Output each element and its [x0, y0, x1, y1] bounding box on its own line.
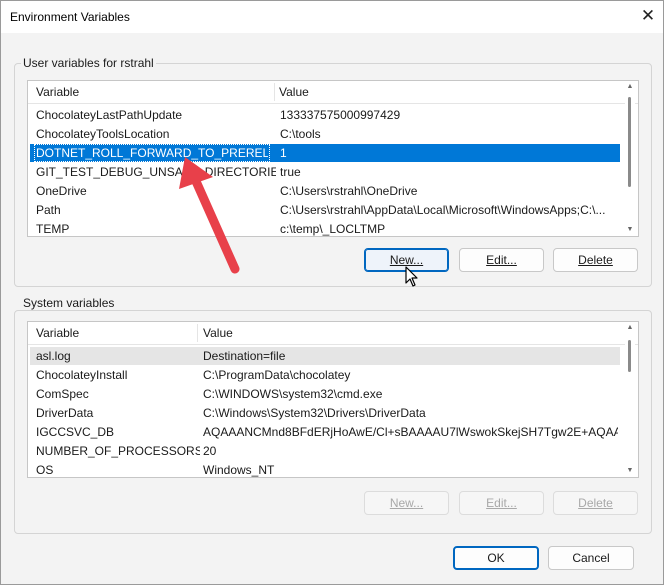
user-variables-label: User variables for rstrahl: [21, 56, 156, 70]
system-row-value: Windows_NT: [203, 463, 275, 477]
system-row-value: C:\Windows\System32\Drivers\DriverData: [203, 406, 426, 420]
user-variables-list[interactable]: Variable Value ChocolateyLastPathUpdate …: [27, 80, 639, 237]
system-variables-label: System variables: [21, 296, 117, 310]
close-icon[interactable]: ✕: [637, 5, 659, 27]
user-row-value: C:\Users\rstrahl\AppData\Local\Microsoft…: [280, 203, 606, 217]
scroll-up-icon[interactable]: ▲: [625, 324, 635, 332]
user-list-header: Variable Value: [28, 81, 638, 104]
system-row-variable: asl.log: [36, 349, 71, 363]
scroll-thumb[interactable]: [628, 340, 631, 372]
environment-variables-dialog: Environment Variables ✕ User variables f…: [0, 0, 664, 585]
window-title: Environment Variables: [10, 10, 130, 24]
system-row[interactable]: DriverData C:\Windows\System32\Drivers\D…: [30, 404, 620, 422]
scroll-up-icon[interactable]: ▲: [625, 83, 635, 91]
mouse-cursor-icon: [405, 266, 418, 287]
user-row[interactable]: ChocolateyToolsLocation C:\tools: [30, 125, 620, 143]
system-variables-list[interactable]: Variable Value asl.log Destination=file …: [27, 321, 639, 478]
system-row-value: Destination=file: [203, 349, 286, 363]
system-new-label: New...: [389, 496, 424, 510]
system-list-header: Variable Value: [28, 322, 638, 345]
user-delete-button[interactable]: Delete: [553, 248, 638, 272]
system-row-value: C:\ProgramData\chocolatey: [203, 368, 351, 382]
user-col-variable-header[interactable]: Variable: [36, 85, 79, 99]
scroll-thumb[interactable]: [628, 97, 631, 187]
scroll-down-icon[interactable]: ▼: [625, 226, 635, 234]
user-row[interactable]: Path C:\Users\rstrahl\AppData\Local\Micr…: [30, 201, 620, 219]
ok-button[interactable]: OK: [453, 546, 539, 570]
user-delete-label: Delete: [578, 253, 613, 267]
system-delete-label: Delete: [578, 496, 613, 510]
system-row[interactable]: ComSpec C:\WINDOWS\system32\cmd.exe: [30, 385, 620, 403]
system-row[interactable]: ChocolateyInstall C:\ProgramData\chocola…: [30, 366, 620, 384]
ok-label: OK: [487, 551, 505, 565]
user-row[interactable]: TEMP c:\temp\_LOCLTMP: [30, 220, 620, 236]
user-row[interactable]: ChocolateyLastPathUpdate 133337575000997…: [30, 106, 620, 124]
column-divider[interactable]: [197, 324, 198, 342]
system-list-scrollbar[interactable]: ▲ ▼: [625, 322, 635, 477]
scroll-down-icon[interactable]: ▼: [625, 467, 635, 475]
cancel-button[interactable]: Cancel: [548, 546, 634, 570]
system-row-variable: ComSpec: [36, 387, 89, 401]
user-edit-label: Edit...: [486, 253, 517, 267]
system-row-value: AQAAANCMnd8BFdERjHoAwE/Cl+sBAAAAU7lWswok…: [203, 425, 618, 439]
system-row-variable: NUMBER_OF_PROCESSORS: [36, 444, 200, 458]
annotation-arrow-icon: [179, 157, 240, 274]
system-row-variable: IGCCSVC_DB: [36, 425, 115, 439]
system-delete-button[interactable]: Delete: [553, 491, 638, 515]
user-list-scrollbar[interactable]: ▲ ▼: [625, 81, 635, 236]
column-divider[interactable]: [274, 83, 275, 101]
user-col-value-header[interactable]: Value: [279, 85, 309, 99]
system-new-button[interactable]: New...: [364, 491, 449, 515]
user-row-value: C:\Users\rstrahl\OneDrive: [280, 184, 418, 198]
user-row-value: 1: [280, 146, 287, 160]
system-row-variable: DriverData: [36, 406, 94, 420]
user-row[interactable]: GIT_TEST_DEBUG_UNSAFE_DIRECTORIES true: [30, 163, 620, 181]
user-row-value: 133337575000997429: [280, 108, 401, 122]
user-row-value: true: [280, 165, 301, 179]
system-row[interactable]: IGCCSVC_DB AQAAANCMnd8BFdERjHoAwE/Cl+sBA…: [30, 423, 620, 441]
user-new-label: New...: [389, 253, 424, 267]
user-row-variable: ChocolateyLastPathUpdate: [36, 108, 183, 122]
system-row-variable: ChocolateyInstall: [36, 368, 128, 382]
user-row-value: c:\temp\_LOCLTMP: [280, 222, 386, 236]
user-row[interactable]: OneDrive C:\Users\rstrahl\OneDrive: [30, 182, 620, 200]
system-row-variable: OS: [36, 463, 54, 477]
system-row-value: 20: [203, 444, 217, 458]
title-bar: Environment Variables ✕: [1, 1, 663, 33]
system-row-hover[interactable]: asl.log Destination=file: [30, 347, 620, 365]
system-row-value: C:\WINDOWS\system32\cmd.exe: [203, 387, 383, 401]
user-row-variable: ChocolateyToolsLocation: [36, 127, 170, 141]
system-row[interactable]: OS Windows_NT: [30, 461, 620, 477]
user-row-value: C:\tools: [280, 127, 321, 141]
system-col-value-header[interactable]: Value: [203, 326, 233, 340]
user-row-selected[interactable]: DOTNET_ROLL_FORWARD_TO_PRERELEASE 1: [30, 144, 620, 162]
cancel-label: Cancel: [572, 551, 610, 565]
user-edit-button[interactable]: Edit...: [459, 248, 544, 272]
system-edit-button[interactable]: Edit...: [459, 491, 544, 515]
system-edit-label: Edit...: [486, 496, 517, 510]
system-row[interactable]: NUMBER_OF_PROCESSORS 20: [30, 442, 620, 460]
system-col-variable-header[interactable]: Variable: [36, 326, 79, 340]
